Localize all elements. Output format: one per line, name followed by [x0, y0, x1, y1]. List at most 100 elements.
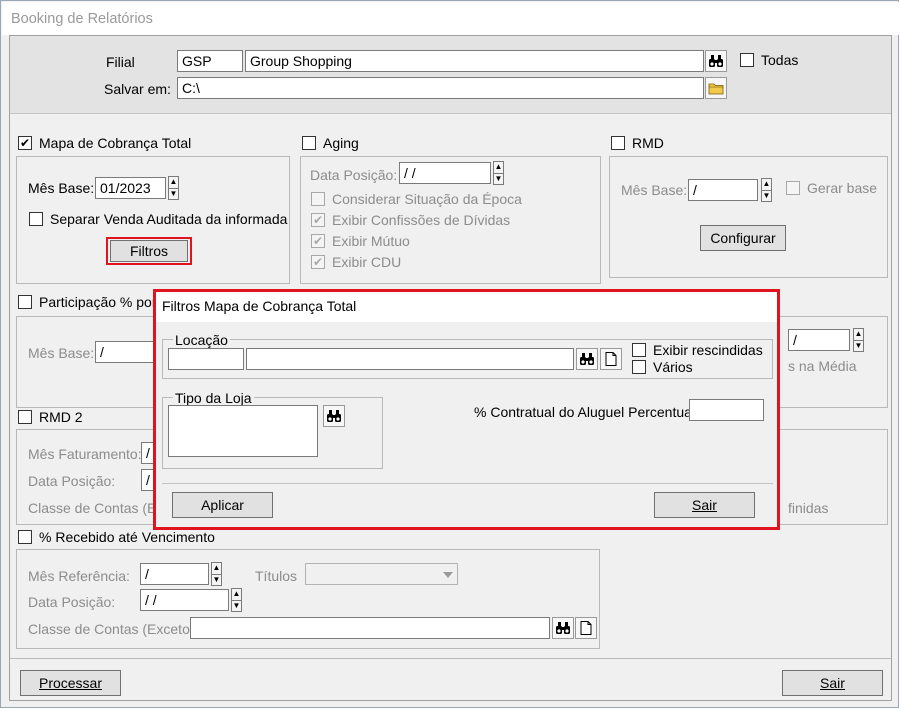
exibir-rescindidas-label: Exibir rescindidas — [653, 342, 763, 358]
spin-up-icon: ▲ — [232, 589, 241, 599]
binoculars-icon — [579, 351, 595, 367]
gerar-base-checkbox[interactable] — [786, 181, 800, 195]
rmd2-data-posicao-label: Data Posição: — [28, 473, 116, 489]
rmd2-label: RMD 2 — [39, 409, 83, 425]
todas-checkbox[interactable] — [740, 53, 754, 67]
filial-name-field[interactable]: Group Shopping — [245, 50, 704, 72]
separar-venda-label: Separar Venda Auditada da informada — [50, 211, 288, 227]
recebido-titulos-label: Títulos — [255, 568, 298, 584]
document-icon — [603, 351, 619, 367]
salvar-path-field[interactable]: C:\ — [177, 77, 704, 99]
processar-label: Processar — [38, 675, 103, 691]
rmd-mes-base-label: Mês Base: — [621, 182, 688, 198]
varios-checkbox[interactable] — [632, 360, 646, 374]
recebido-titulos-select[interactable] — [305, 563, 458, 585]
recebido-mes-ref-label: Mês Referência: — [28, 568, 130, 584]
tipo-loja-search-button[interactable] — [323, 405, 345, 427]
recebido-data-posicao-label: Data Posição: — [28, 594, 116, 610]
aging-confissoes-checkbox[interactable]: ✔ — [311, 213, 325, 227]
participacao-right-spinner[interactable]: ▲ ▼ — [853, 328, 864, 352]
filtros-button[interactable]: Filtros — [110, 240, 188, 262]
document-icon — [578, 620, 594, 636]
participacao-mes-base-label: Mês Base: — [28, 345, 95, 361]
rmd2-definidas-label: finidas — [788, 500, 829, 516]
spin-down-icon: ▼ — [212, 573, 221, 584]
aging-confissoes-label: Exibir Confissões de Dívidas — [332, 212, 511, 228]
rmd-label: RMD — [632, 135, 664, 151]
spin-up-icon: ▲ — [169, 177, 178, 187]
recebido-data-posicao-field[interactable]: / / — [140, 589, 229, 611]
dialog-divider — [162, 483, 773, 484]
locacao-search-button[interactable] — [576, 348, 598, 370]
aging-checkbox[interactable] — [302, 136, 316, 150]
exibir-rescindidas-checkbox[interactable] — [632, 343, 646, 357]
recebido-mes-ref-spinner[interactable]: ▲ ▼ — [211, 562, 222, 586]
spin-up-icon: ▲ — [854, 329, 863, 339]
filial-code-field[interactable]: GSP — [177, 50, 243, 72]
contratual-field[interactable] — [689, 399, 764, 421]
dialog-title: Filtros Mapa de Cobrança Total — [156, 292, 777, 322]
aging-cdu-checkbox[interactable]: ✔ — [311, 255, 325, 269]
aging-mutuo-checkbox[interactable]: ✔ — [311, 234, 325, 248]
filtros-highlight: Filtros — [106, 237, 192, 265]
locacao-code-field[interactable] — [168, 348, 244, 370]
binoculars-icon — [555, 620, 571, 636]
separar-venda-checkbox[interactable] — [29, 212, 43, 226]
mapa-mes-base-spinner[interactable]: ▲ ▼ — [168, 176, 179, 200]
mapa-cobranca-group: Mês Base: 01/2023 ▲ ▼ Separar Venda Audit… — [16, 156, 290, 284]
recebido-mes-ref-field[interactable]: / — [140, 563, 209, 585]
folder-icon — [708, 80, 724, 96]
recebido-classe-search-button[interactable] — [552, 617, 574, 639]
header-panel: Filial GSP Group Shopping Todas Salvar e… — [10, 36, 891, 114]
rmd2-checkbox[interactable] — [18, 410, 32, 424]
mapa-cobranca-label: Mapa de Cobrança Total — [39, 135, 192, 151]
rmd2-mes-faturamento-label: Mês Faturamento: — [28, 446, 142, 462]
participacao-right-field[interactable]: / — [788, 329, 850, 351]
recebido-checkbox[interactable] — [18, 530, 32, 544]
aging-considerar-checkbox[interactable] — [311, 192, 325, 206]
sair-label: Sair — [820, 675, 845, 691]
binoculars-icon — [708, 53, 724, 69]
recebido-group: Mês Referência: / ▲ ▼ Títulos Data Posiçã… — [16, 549, 600, 649]
spin-down-icon: ▼ — [232, 599, 241, 610]
dialog-sair-label: Sair — [692, 497, 717, 513]
recebido-classe-field[interactable] — [190, 617, 550, 639]
rmd2-classe-label: Classe de Contas (Ex — [28, 500, 164, 516]
rmd-checkbox[interactable] — [611, 136, 625, 150]
spin-down-icon: ▼ — [169, 187, 178, 198]
spin-down-icon: ▼ — [494, 172, 503, 183]
participacao-label: Participação % por — [39, 294, 157, 310]
browse-folder-button[interactable] — [705, 77, 727, 99]
mapa-cobranca-checkbox[interactable]: ✔ — [18, 136, 32, 150]
recebido-data-posicao-spinner[interactable]: ▲ ▼ — [231, 588, 242, 612]
participacao-media-label: s na Média — [788, 358, 857, 374]
salvar-label: Salvar em: — [104, 81, 171, 97]
dialog-sair-button[interactable]: Sair — [654, 492, 755, 518]
participacao-mes-base-field[interactable]: / — [95, 341, 161, 363]
locacao-clear-button[interactable] — [600, 348, 622, 370]
processar-button[interactable]: Processar — [20, 670, 121, 696]
todas-label: Todas — [761, 52, 799, 68]
footer-divider — [10, 658, 891, 659]
configurar-button[interactable]: Configurar — [700, 225, 786, 251]
rmd-mes-base-spinner[interactable]: ▲ ▼ — [761, 178, 772, 202]
sair-button[interactable]: Sair — [782, 670, 883, 696]
participacao-checkbox[interactable] — [18, 295, 32, 309]
varios-label: Vários — [653, 359, 693, 375]
aging-group: Data Posição: / / ▲ ▼ Considerar Situação… — [300, 156, 601, 284]
spin-down-icon: ▼ — [762, 189, 771, 200]
filial-search-button[interactable] — [705, 50, 727, 72]
main-window: Booking de Relatórios Filial GSP Group S… — [0, 0, 899, 708]
recebido-label: % Recebido até Vencimento — [39, 529, 215, 545]
locacao-name-field[interactable] — [246, 348, 574, 370]
chevron-down-icon — [443, 572, 453, 578]
tipo-loja-list[interactable] — [168, 405, 318, 457]
mapa-mes-base-field[interactable]: 01/2023 — [95, 177, 166, 199]
aging-data-posicao-field[interactable]: / / — [399, 162, 491, 184]
aging-data-posicao-spinner[interactable]: ▲ ▼ — [493, 161, 504, 185]
aging-cdu-label: Exibir CDU — [332, 254, 402, 270]
aplicar-button[interactable]: Aplicar — [172, 492, 273, 518]
gerar-base-label: Gerar base — [807, 180, 878, 196]
recebido-classe-clear-button[interactable] — [575, 617, 597, 639]
rmd-mes-base-field[interactable]: / — [688, 179, 758, 201]
